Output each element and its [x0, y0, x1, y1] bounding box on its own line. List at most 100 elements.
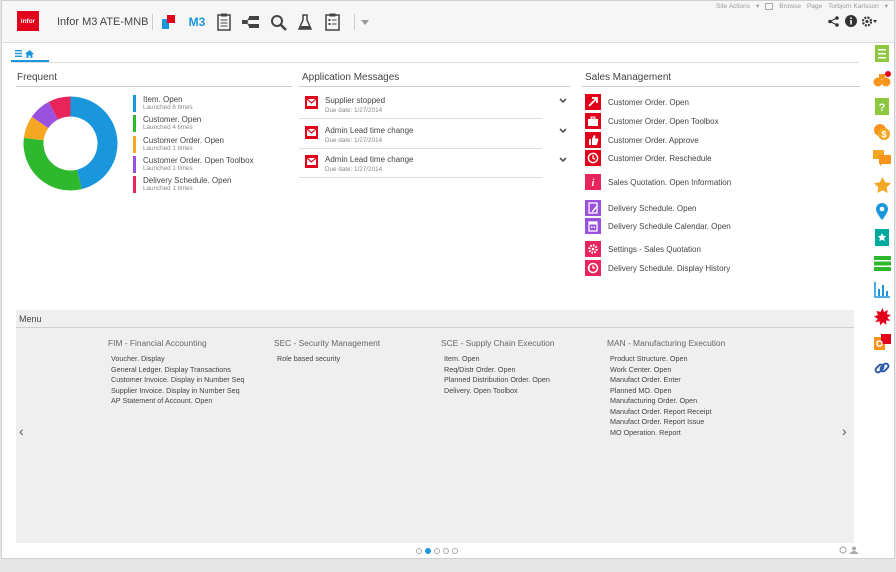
pager-dot-2[interactable] [425, 548, 431, 554]
menu-link[interactable]: Manufacturing Order. Open [607, 396, 725, 407]
navigate-icon[interactable] [765, 2, 774, 10]
menu-column-heading[interactable]: FIM - Financial Accounting [108, 338, 244, 348]
share-icon[interactable] [826, 14, 840, 28]
sales-link[interactable]: Customer Order. Open Toolbox [585, 113, 719, 129]
svg-text:i: i [592, 178, 595, 189]
top-links: Site Actions ▾ Browse Page Torbjorn Karl… [716, 2, 888, 10]
menu-link[interactable]: MO Operation. Report [607, 428, 725, 439]
bar-chart-icon[interactable] [873, 281, 891, 299]
message-item[interactable]: Admin Lead time change Due date: 1/27/201… [299, 149, 567, 178]
person-icon[interactable] [849, 545, 859, 555]
settings-icon[interactable] [860, 14, 878, 28]
site-actions-link[interactable]: Site Actions [716, 3, 750, 10]
toolbar-divider [152, 14, 153, 30]
inbox-icon[interactable] [873, 254, 891, 272]
bookmark-star-icon[interactable] [873, 228, 891, 246]
chevron-down-icon[interactable] [358, 12, 372, 32]
sales-link[interactable]: Customer Order. Approve [585, 132, 699, 148]
menu-column-heading[interactable]: MAN - Manufacturing Execution [607, 338, 725, 348]
search-icon[interactable] [268, 12, 288, 32]
prev-arrow-icon[interactable]: ‹ [19, 423, 24, 439]
browse-tab[interactable]: Browse [779, 3, 801, 10]
menu-link[interactable]: AP Statement of Account. Open [108, 396, 244, 407]
binoculars-icon[interactable] [873, 70, 891, 88]
menu-link[interactable]: Manufact Order. Report Issue [607, 417, 725, 428]
ming-le-icon[interactable] [159, 12, 179, 32]
message-due-date: Due date: 1/27/2014 [325, 136, 383, 144]
menu-link[interactable]: Manufact Order. Enter [607, 375, 725, 386]
link-icon[interactable] [873, 359, 891, 377]
frequent-item[interactable]: Customer. Open Launched 4 times [133, 115, 201, 133]
sales-link[interactable]: Delivery Schedule Calendar. Open [585, 218, 731, 234]
toolbox-icon [585, 113, 601, 129]
frequent-item[interactable]: Customer Order. Open Toolbox Launched 1 t… [133, 155, 254, 173]
page-tab[interactable]: Page [807, 3, 822, 10]
coins-icon[interactable]: $ [873, 123, 891, 141]
user-menu[interactable]: Torbjorn Karlsson [828, 3, 879, 10]
star-icon[interactable] [873, 176, 891, 194]
sales-link[interactable]: i Sales Quotation. Open Information [585, 174, 731, 190]
pager-dot-5[interactable] [452, 548, 458, 554]
menu-link[interactable]: Work Center. Open [607, 365, 725, 376]
document-icon[interactable] [873, 44, 891, 62]
sales-link[interactable]: Settings - Sales Quotation [585, 241, 701, 257]
calendar-icon [585, 218, 601, 234]
svg-text:$: $ [881, 130, 886, 140]
sales-link[interactable]: Delivery Schedule. Open [585, 200, 697, 216]
sales-link[interactable]: Customer Order. Open [585, 94, 689, 110]
refresh-icon[interactable] [838, 545, 848, 555]
chevron-down-icon[interactable]: ▾ [756, 2, 759, 10]
menu-link[interactable]: Planned Distribution Order. Open [441, 375, 555, 386]
top-toolbar: infor Infor M3 ATE-MNB M3 Site Actions ▾ [2, 1, 894, 43]
menu-link[interactable]: Manufact Order. Report Receipt [607, 407, 725, 418]
menu-link[interactable]: Delivery. Open Toolbox [441, 386, 555, 397]
message-title: Admin Lead time change [325, 155, 414, 164]
menu-link[interactable]: Item. Open [441, 354, 555, 365]
menu-column: SEC - Security Management Role based secu… [274, 338, 380, 365]
menu-column-heading[interactable]: SEC - Security Management [274, 338, 380, 348]
sales-link[interactable]: Customer Order. Reschedule [585, 150, 712, 166]
menu-column-heading[interactable]: SCE - Supply Chain Execution [441, 338, 555, 348]
office-icon[interactable] [873, 333, 891, 351]
donut-slice-2[interactable] [23, 137, 82, 191]
pager-dot-1[interactable] [416, 548, 422, 554]
menu-link[interactable]: Role based security [274, 354, 380, 365]
menu-link[interactable]: Product Structure. Open [607, 354, 725, 365]
clipboard-icon[interactable] [214, 12, 234, 32]
menu-link[interactable]: Supplier Invoice. Display in Number Seq [108, 386, 244, 397]
chat-icon[interactable] [873, 149, 891, 167]
message-item[interactable]: Admin Lead time change Due date: 1/27/201… [299, 120, 567, 149]
pencil-icon [585, 200, 601, 216]
menu-link[interactable]: Planned MO. Open [607, 386, 725, 397]
frequent-item-count: Launched 1 times [143, 144, 193, 152]
frequent-item-count: Launched 6 times [143, 104, 193, 111]
sales-link[interactable]: Delivery Schedule. Display History [585, 260, 730, 276]
tab-home[interactable] [11, 47, 49, 62]
frequent-item[interactable]: Delivery Schedule. Open Launched 1 times [133, 176, 232, 194]
menu-link[interactable]: Req/Distr Order. Open [441, 365, 555, 376]
hierarchy-icon[interactable] [241, 12, 261, 32]
m3-button[interactable]: M3 [186, 12, 208, 32]
pager-dot-3[interactable] [434, 548, 440, 554]
next-arrow-icon[interactable]: › [842, 423, 847, 439]
chevron-down-icon[interactable] [559, 155, 567, 166]
chevron-down-icon[interactable] [559, 96, 567, 107]
info-icon[interactable] [844, 14, 858, 28]
burst-icon[interactable] [873, 307, 891, 325]
menu-link[interactable]: Customer Invoice. Display in Number Seq [108, 375, 244, 386]
menu-link[interactable]: General Ledger. Display Transactions [108, 365, 244, 376]
infor-logo[interactable]: infor [17, 11, 39, 31]
help-document-icon[interactable]: ? [873, 97, 891, 115]
location-pin-icon[interactable] [873, 202, 891, 220]
menu-link[interactable]: Voucher. Display [108, 354, 244, 365]
frequent-item[interactable]: Customer Order. Open Launched 1 times [133, 135, 224, 153]
chevron-down-icon[interactable]: ▾ [885, 2, 888, 10]
chevron-down-icon[interactable] [559, 126, 567, 137]
info-icon: i [585, 174, 601, 190]
frequent-item[interactable]: Item. Open Launched 6 times [133, 95, 193, 112]
pager-dots [416, 548, 458, 554]
checklist-icon[interactable] [322, 12, 342, 32]
pager-dot-4[interactable] [443, 548, 449, 554]
flask-icon[interactable] [295, 12, 315, 32]
message-item[interactable]: Supplier stopped Due date: 1/27/2014 [299, 90, 567, 119]
